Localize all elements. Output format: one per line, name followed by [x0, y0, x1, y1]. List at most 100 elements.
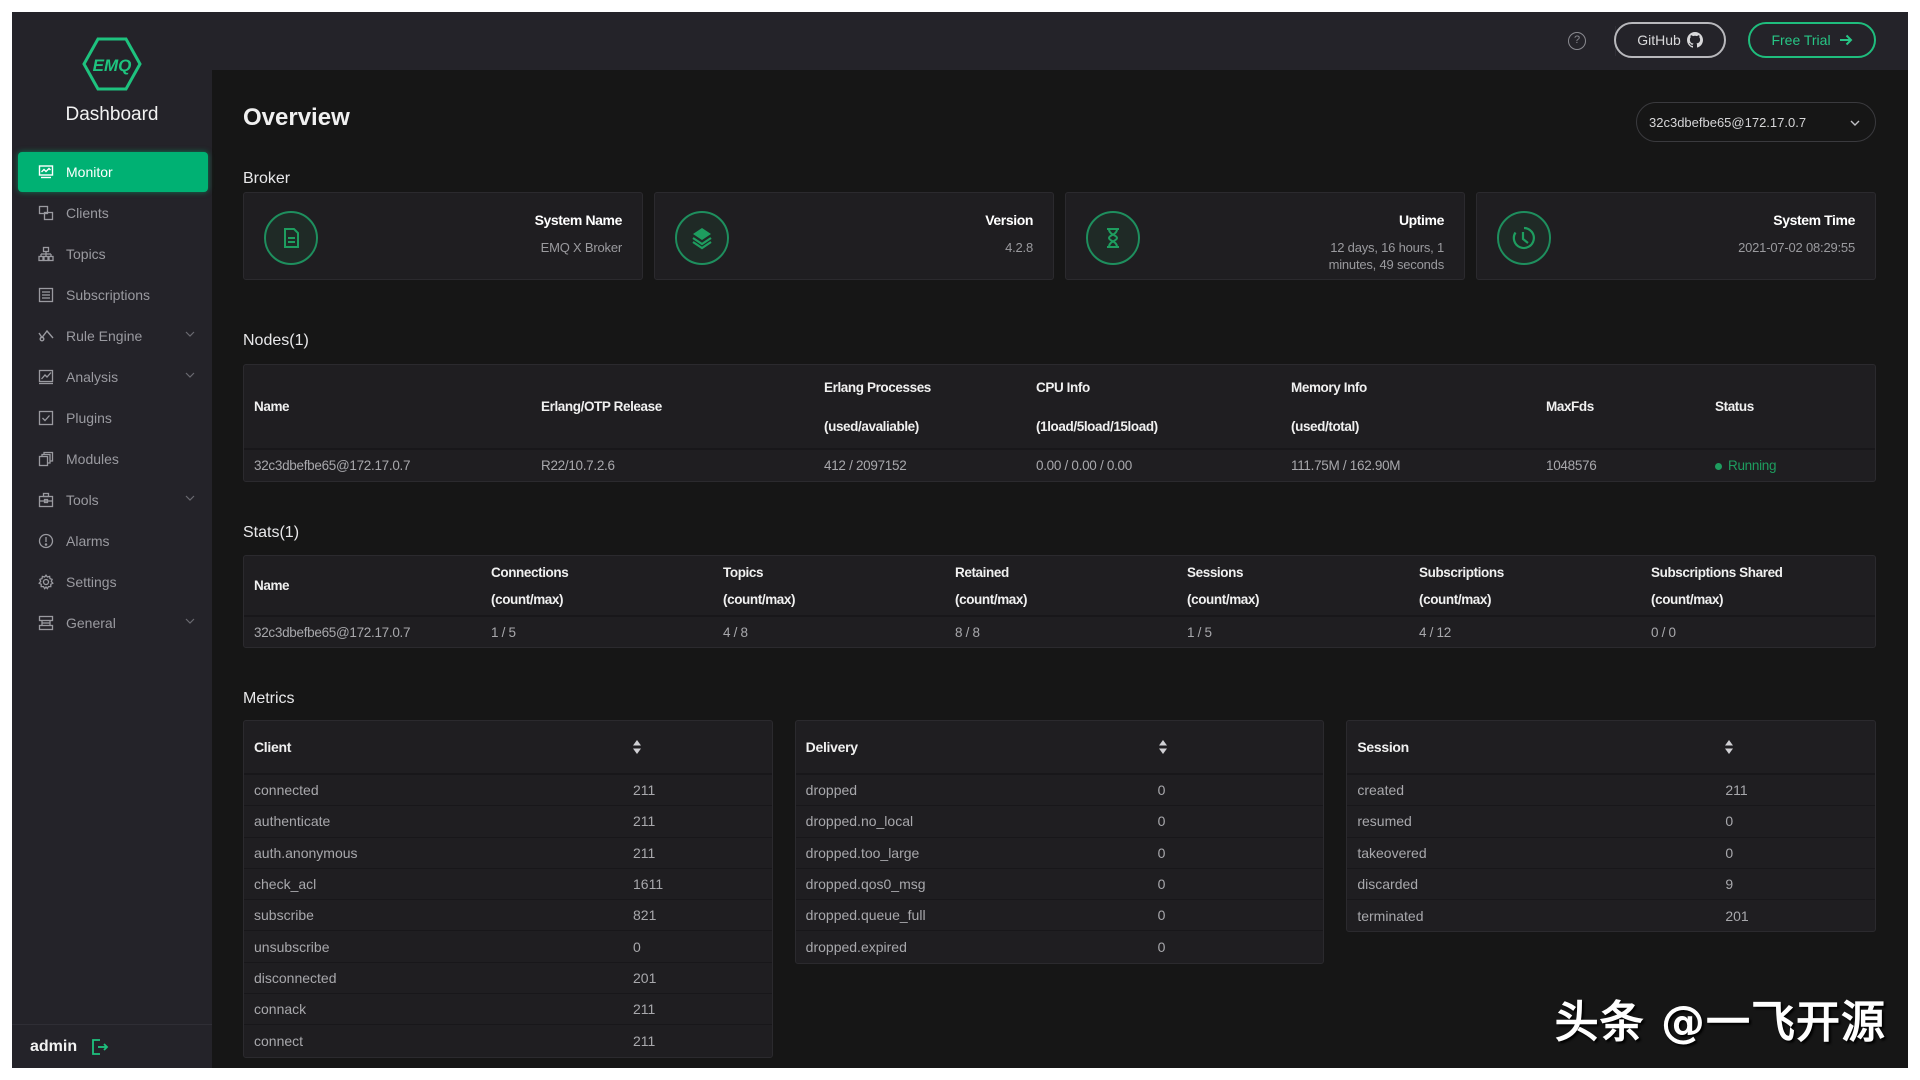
- svg-text:EMQ: EMQ: [93, 56, 132, 75]
- stats-header-subscriptions-shared: Subscriptions Shared (count/max): [1651, 564, 1783, 607]
- card-value: 4.2.8: [1005, 240, 1033, 255]
- sidebar-footer: admin: [12, 1024, 212, 1068]
- metric-name: dropped: [805, 782, 858, 799]
- plugins-icon: [38, 410, 54, 426]
- metrics-row: dropped.queue_full 0: [795, 900, 1324, 932]
- metric-name: dropped.qos0_msg: [805, 876, 926, 893]
- sidebar-item-label: Topics: [66, 246, 106, 262]
- page-title: Overview: [243, 104, 350, 131]
- sort-icon[interactable]: [1724, 739, 1734, 755]
- stats-topics: 4 / 8: [723, 624, 748, 640]
- node-processes: 412 / 2097152: [824, 458, 907, 473]
- stats-table: Name Connections (count/max) Topics (count…: [243, 555, 1876, 648]
- clients-icon: [38, 205, 54, 221]
- help-icon[interactable]: ?: [1568, 32, 1586, 50]
- sidebar-item-settings[interactable]: Settings: [18, 562, 208, 602]
- card-value: 12 days, 16 hours, 1 minutes, 49 seconds: [1329, 239, 1445, 273]
- sidebar-item-tools[interactable]: Tools: [18, 480, 208, 520]
- metrics-row: dropped 0: [795, 775, 1324, 807]
- metrics-row: dropped.no_local 0: [795, 806, 1324, 838]
- metrics-row: dropped.too_large 0: [795, 838, 1324, 869]
- uptime-card: Uptime 12 days, 16 hours, 1 minutes, 49 s…: [1065, 192, 1465, 280]
- metrics-row: unsubscribe 0: [244, 931, 772, 963]
- uptime-line-1: 12 days, 16 hours, 1: [1330, 240, 1444, 255]
- stats-sessions: 1 / 5: [1187, 624, 1212, 640]
- metric-name: dropped.too_large: [805, 844, 920, 861]
- sidebar-item-rule-engine[interactable]: Rule Engine: [18, 316, 208, 356]
- alarms-icon: [38, 533, 54, 549]
- rule-engine-icon: [38, 328, 54, 344]
- nodes-header-maxfds: MaxFds: [1546, 399, 1594, 414]
- metrics-header: Delivery: [795, 721, 1324, 775]
- table-row: 32c3dbefbe65@172.17.0.7 R22/10.7.2.6 412…: [244, 449, 1875, 481]
- metric-value: 0: [1157, 782, 1166, 799]
- status-badge: Running: [1705, 449, 1875, 481]
- stats-section-title: Stats(1): [243, 524, 300, 541]
- nodes-header-memory: Memory Info (used/total): [1291, 379, 1367, 434]
- system-name-card: System Name EMQ X Broker: [243, 192, 643, 280]
- logout-icon[interactable]: [91, 1038, 109, 1056]
- stats-retained: 8 / 8: [955, 624, 980, 640]
- metric-name: check_acl: [254, 876, 317, 893]
- node-otp: R22/10.7.2.6: [541, 458, 615, 473]
- free-trial-button[interactable]: Free Trial: [1748, 22, 1876, 58]
- sidebar-item-label: Analysis: [66, 369, 119, 385]
- sidebar-item-label: Modules: [66, 451, 119, 467]
- metrics-row: subscribe 821: [244, 900, 772, 932]
- metric-name: dropped.expired: [805, 939, 907, 956]
- metric-value: 821: [633, 907, 657, 924]
- node-select[interactable]: 32c3dbefbe65@172.17.0.7: [1636, 102, 1876, 142]
- metric-name: discarded: [1357, 876, 1419, 893]
- nodes-header-status: Status: [1715, 399, 1754, 414]
- metric-value: 211: [633, 813, 656, 830]
- broker-section-title: Broker: [243, 170, 291, 187]
- sidebar-item-subscriptions[interactable]: Subscriptions: [18, 275, 208, 315]
- sidebar-item-topics[interactable]: Topics: [18, 234, 208, 274]
- metric-name: dropped.no_local: [805, 813, 914, 830]
- metric-value: 211: [1725, 782, 1748, 799]
- document-icon: [264, 211, 318, 265]
- sidebar-item-monitor[interactable]: Monitor: [18, 152, 208, 192]
- metric-name: terminated: [1357, 907, 1424, 924]
- metrics-row: resumed 0: [1347, 806, 1876, 838]
- metric-name: auth.anonymous: [254, 844, 358, 861]
- sidebar-item-label: Plugins: [66, 410, 112, 426]
- app-window: EMQ Dashboard Monitor Clients Topics Sub…: [12, 12, 1908, 1068]
- sidebar-item-plugins[interactable]: Plugins: [18, 398, 208, 438]
- sidebar-item-label: Alarms: [66, 533, 110, 549]
- sort-icon[interactable]: [1158, 739, 1168, 755]
- watermark: 头条 @一飞开源: [1554, 997, 1886, 1048]
- metric-name: takeovered: [1357, 844, 1427, 861]
- metrics-row: created 211: [1347, 775, 1876, 807]
- metric-value: 211: [633, 1033, 656, 1050]
- metric-name: connect: [254, 1033, 304, 1050]
- stats-subscriptions-shared: 0 / 0: [1651, 624, 1676, 640]
- sidebar-item-clients[interactable]: Clients: [18, 193, 208, 233]
- chevron-down-icon: [185, 618, 195, 624]
- metric-value: 1611: [633, 876, 664, 893]
- metrics-section-title: Metrics: [243, 690, 295, 707]
- client-metrics-table: Client connected 211 authenticate 211 auth.a…: [243, 720, 773, 1058]
- settings-icon: [38, 574, 54, 590]
- emq-logo[interactable]: EMQ: [82, 36, 142, 92]
- system-time-card: System Time 2021-07-02 08:29:55: [1476, 192, 1876, 280]
- layers-icon: [675, 211, 729, 265]
- nodes-header-otp: Erlang/OTP Release: [541, 399, 662, 414]
- github-button[interactable]: GitHub: [1614, 22, 1726, 58]
- metrics-row: dropped.qos0_msg 0: [795, 869, 1324, 901]
- sort-icon[interactable]: [632, 739, 642, 755]
- metrics-row: terminated 201: [1347, 900, 1875, 931]
- free-trial-label: Free Trial: [1771, 32, 1831, 48]
- metrics-row: connect 211: [244, 1025, 772, 1056]
- sidebar-item-analysis[interactable]: Analysis: [18, 357, 208, 397]
- sidebar-item-general[interactable]: General: [18, 603, 208, 643]
- node-select-value: 32c3dbefbe65@172.17.0.7: [1649, 114, 1807, 130]
- metrics-header-label: Client: [254, 739, 292, 755]
- sidebar-item-label: Monitor: [66, 164, 113, 180]
- sidebar-item-modules[interactable]: Modules: [18, 439, 208, 479]
- brand-title: Dashboard: [65, 104, 159, 125]
- node-memory: 111.75M / 162.90M: [1291, 458, 1401, 473]
- metric-value: 211: [633, 782, 656, 799]
- stats-header-topics: Topics (count/max): [723, 564, 796, 607]
- sidebar-item-alarms[interactable]: Alarms: [18, 521, 208, 561]
